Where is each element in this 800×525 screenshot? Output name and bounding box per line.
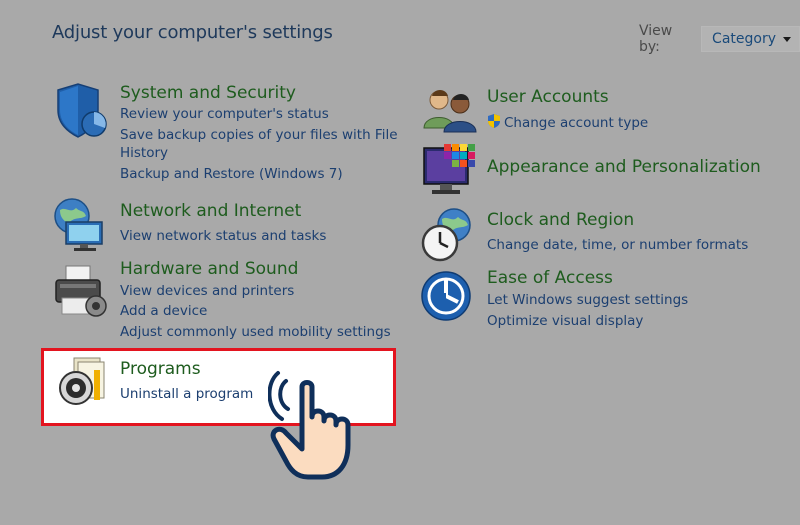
ease-of-access-icon bbox=[421, 271, 471, 321]
link-add-device[interactable]: Add a device bbox=[120, 302, 207, 320]
category-clock-region-title[interactable]: Clock and Region bbox=[487, 210, 634, 230]
link-review-status[interactable]: Review your computer's status bbox=[120, 105, 329, 123]
link-save-backup[interactable]: Save backup copies of your files with Fi… bbox=[120, 126, 398, 144]
link-uninstall-program[interactable]: Uninstall a program bbox=[120, 385, 253, 403]
uac-shield-icon bbox=[488, 114, 500, 128]
link-view-devices-printers[interactable]: View devices and printers bbox=[120, 282, 294, 300]
category-ease-of-access-title[interactable]: Ease of Access bbox=[487, 268, 613, 288]
category-network-internet-title[interactable]: Network and Internet bbox=[120, 201, 301, 221]
category-appearance-title[interactable]: Appearance and Personalization bbox=[487, 157, 761, 177]
view-by-label: View by: bbox=[639, 23, 673, 55]
shield-security-icon bbox=[57, 83, 107, 138]
category-system-security-title[interactable]: System and Security bbox=[120, 83, 296, 103]
clock-globe-icon bbox=[421, 208, 471, 262]
category-programs-title[interactable]: Programs bbox=[120, 359, 201, 379]
link-change-account-type-label: Change account type bbox=[504, 115, 649, 131]
view-by-dropdown[interactable]: Category bbox=[701, 26, 800, 52]
network-globe-icon bbox=[54, 198, 103, 251]
category-hardware-sound-title[interactable]: Hardware and Sound bbox=[120, 259, 298, 279]
programs-disc-icon bbox=[59, 357, 105, 405]
link-view-network-status[interactable]: View network status and tasks bbox=[120, 227, 326, 245]
link-change-account-type[interactable]: Change account type bbox=[487, 113, 648, 132]
view-by-control: View by: Category bbox=[639, 23, 800, 55]
category-user-accounts-title[interactable]: User Accounts bbox=[487, 87, 609, 107]
printer-icon bbox=[55, 265, 107, 317]
monitor-palette-icon bbox=[423, 144, 475, 194]
link-change-date-time[interactable]: Change date, time, or number formats bbox=[487, 236, 748, 254]
link-mobility-settings[interactable]: Adjust commonly used mobility settings bbox=[120, 323, 391, 341]
link-optimize-visual-display[interactable]: Optimize visual display bbox=[487, 312, 643, 330]
link-windows-suggest-settings[interactable]: Let Windows suggest settings bbox=[487, 291, 688, 309]
view-by-value: Category bbox=[712, 31, 776, 47]
page-title: Adjust your computer's settings bbox=[52, 22, 333, 43]
users-icon bbox=[423, 90, 477, 133]
pointing-hand-icon bbox=[268, 371, 351, 480]
chevron-down-icon bbox=[783, 36, 791, 42]
link-backup-restore[interactable]: Backup and Restore (Windows 7) bbox=[120, 165, 343, 183]
link-save-backup-history[interactable]: History bbox=[120, 144, 168, 162]
